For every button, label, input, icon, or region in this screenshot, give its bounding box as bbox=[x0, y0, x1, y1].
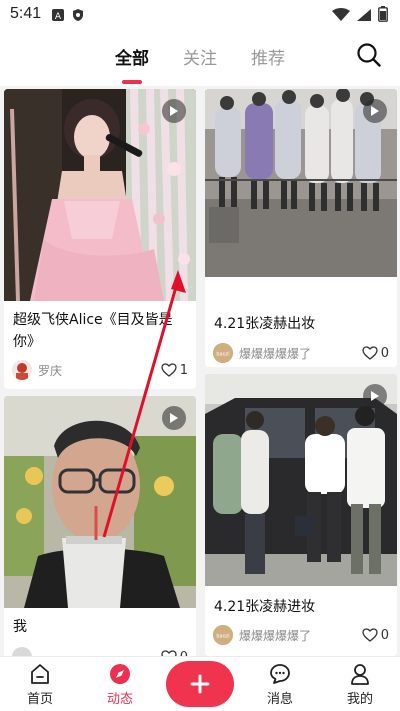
feed-card[interactable]: 4.21张凌赫进妆 baozi 爆爆爆爆爆了 0 bbox=[205, 374, 397, 656]
card-title: 我 bbox=[13, 619, 27, 635]
author-name[interactable]: 爆爆爆爆爆了 bbox=[239, 627, 362, 644]
active-tab-indicator bbox=[122, 80, 142, 84]
nav-messages-label: 消息 bbox=[266, 692, 293, 707]
nav-dynamic[interactable]: 动态 bbox=[90, 663, 150, 707]
video-play-icon bbox=[162, 99, 186, 123]
svg-text:A: A bbox=[55, 12, 62, 22]
author-name[interactable]: 罗庆 bbox=[38, 362, 161, 379]
like-button[interactable]: 0 bbox=[362, 628, 389, 643]
video-play-icon bbox=[363, 99, 387, 123]
nav-home-label: 首页 bbox=[26, 692, 53, 707]
avatar[interactable]: baozi bbox=[213, 343, 233, 363]
home-icon bbox=[31, 664, 49, 684]
card-thumbnail[interactable] bbox=[4, 89, 196, 302]
status-bar: 5:41 A bbox=[0, 0, 400, 28]
feed-card[interactable]: 超级飞侠Alice《目及皆是你》 罗庆 1 bbox=[4, 89, 196, 389]
card-title: 超级飞侠Alice《目及皆是你》 bbox=[13, 312, 173, 350]
card-author-row: baozi 爆爆爆爆爆了 0 bbox=[213, 624, 389, 646]
nav-messages[interactable]: 消息 bbox=[250, 663, 310, 707]
tab-recommended[interactable]: 推荐 bbox=[251, 44, 285, 69]
nav-profile[interactable]: 我的 bbox=[330, 663, 390, 707]
top-tab-bar: 全部 关注 推荐 bbox=[0, 28, 400, 86]
author-name[interactable]: 爆爆爆爆爆了 bbox=[239, 345, 362, 362]
card-thumbnail[interactable] bbox=[205, 374, 397, 586]
notification-a-icon: A bbox=[51, 7, 65, 22]
card-author-row: baozi 爆爆爆爆爆了 0 bbox=[213, 342, 389, 364]
feed[interactable]: 超级飞侠Alice《目及皆是你》 罗庆 1 4.21张凌赫出妆 baozi 爆爆… bbox=[0, 86, 400, 656]
card-title: 4.21张凌赫出妆 bbox=[214, 316, 316, 332]
card-title: 4.21张凌赫进妆 bbox=[214, 599, 316, 615]
video-play-icon bbox=[363, 384, 387, 408]
feed-card[interactable]: 我 0 bbox=[4, 396, 196, 656]
like-count: 0 bbox=[380, 627, 389, 643]
svg-text:baozi: baozi bbox=[216, 352, 229, 358]
cellular-icon bbox=[356, 7, 372, 26]
feed-card[interactable]: 4.21张凌赫出妆 baozi 爆爆爆爆爆了 0 bbox=[205, 89, 397, 367]
card-thumbnail[interactable] bbox=[205, 89, 397, 277]
like-button[interactable]: 1 bbox=[161, 363, 188, 378]
plus-icon bbox=[190, 674, 210, 694]
search-icon[interactable] bbox=[356, 42, 382, 68]
nav-profile-label: 我的 bbox=[346, 692, 373, 707]
nav-home[interactable]: 首页 bbox=[10, 663, 70, 707]
heart-icon bbox=[362, 346, 378, 360]
battery-icon bbox=[378, 6, 388, 26]
svg-text:baozi: baozi bbox=[216, 634, 229, 640]
heart-icon bbox=[362, 628, 378, 642]
avatar[interactable]: baozi bbox=[213, 625, 233, 645]
card-author-row: 0 bbox=[12, 646, 188, 656]
profile-icon bbox=[351, 664, 369, 685]
wifi-icon bbox=[332, 7, 350, 26]
like-button[interactable]: 0 bbox=[362, 346, 389, 361]
shield-icon bbox=[71, 7, 85, 21]
like-count: 1 bbox=[179, 362, 188, 378]
tab-all[interactable]: 全部 bbox=[115, 44, 149, 69]
message-icon bbox=[270, 664, 290, 684]
card-author-row: 罗庆 1 bbox=[12, 359, 188, 381]
avatar[interactable] bbox=[12, 647, 32, 656]
card-thumbnail[interactable] bbox=[4, 396, 196, 608]
video-play-icon bbox=[162, 406, 186, 430]
heart-icon bbox=[161, 363, 177, 377]
nav-dynamic-label: 动态 bbox=[106, 692, 133, 707]
bottom-nav: 首页 动态 消息 我的 bbox=[0, 656, 400, 711]
compass-icon bbox=[110, 664, 130, 684]
status-time: 5:41 bbox=[10, 5, 42, 22]
publish-button[interactable] bbox=[166, 661, 234, 707]
like-count: 0 bbox=[380, 345, 389, 361]
tab-following[interactable]: 关注 bbox=[183, 44, 217, 69]
avatar[interactable] bbox=[12, 360, 32, 380]
